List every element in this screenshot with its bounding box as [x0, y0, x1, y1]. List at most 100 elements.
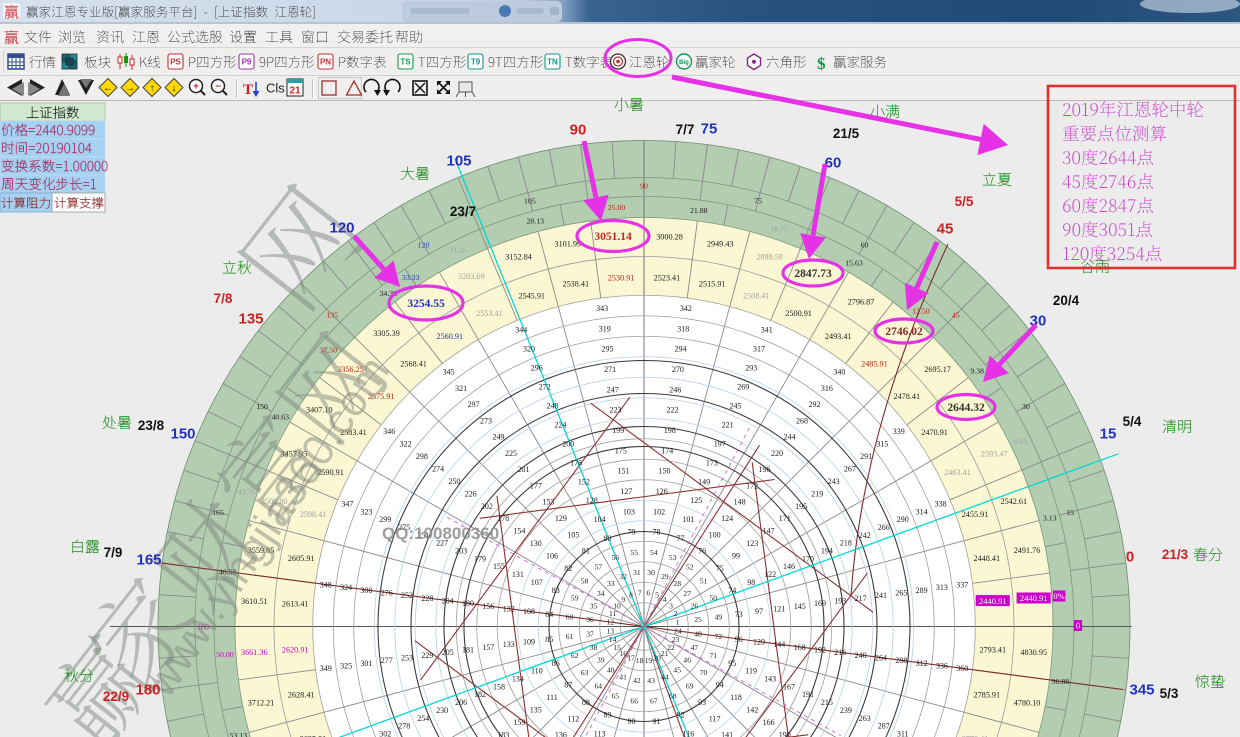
- svg-text:216: 216: [834, 648, 846, 657]
- svg-text:296: 296: [531, 364, 543, 373]
- svg-text:134: 134: [512, 675, 524, 684]
- svg-text:230: 230: [436, 706, 448, 715]
- svg-text:18: 18: [636, 656, 644, 665]
- svg-text:123: 123: [746, 539, 758, 548]
- svg-text:90: 90: [628, 717, 636, 726]
- svg-text:142: 142: [746, 705, 758, 714]
- svg-text:218: 218: [840, 539, 852, 548]
- svg-text:149: 149: [698, 477, 710, 486]
- svg-text:124: 124: [721, 514, 733, 523]
- svg-text:215: 215: [821, 698, 833, 707]
- svg-text:21/5: 21/5: [833, 126, 860, 141]
- svg-text:141: 141: [721, 731, 733, 737]
- svg-text:127: 127: [620, 487, 632, 496]
- svg-text:5/3: 5/3: [1160, 686, 1179, 701]
- svg-text:98: 98: [747, 578, 755, 587]
- svg-text:2605.91: 2605.91: [288, 554, 315, 563]
- svg-text:87: 87: [564, 680, 572, 689]
- svg-text:345: 345: [1129, 682, 1154, 699]
- svg-text:316: 316: [821, 384, 833, 393]
- svg-text:96.88: 96.88: [1052, 677, 1070, 686]
- svg-text:174: 174: [661, 446, 673, 455]
- svg-text:312: 312: [916, 659, 928, 668]
- svg-text:3051.14: 3051.14: [594, 231, 632, 243]
- svg-text:95: 95: [728, 659, 736, 668]
- svg-text:272: 272: [539, 383, 551, 392]
- svg-text:16: 16: [620, 649, 628, 658]
- svg-text:20/4: 20/4: [1053, 293, 1080, 308]
- svg-text:30: 30: [1022, 402, 1030, 411]
- svg-text:168: 168: [794, 643, 806, 652]
- svg-text:65: 65: [612, 692, 620, 701]
- svg-text:32: 32: [619, 572, 627, 581]
- svg-text:23/7: 23/7: [450, 204, 476, 219]
- svg-text:170: 170: [802, 554, 814, 563]
- svg-text:40.63: 40.63: [272, 412, 290, 421]
- svg-text:100: 100: [709, 530, 721, 539]
- svg-text:324: 324: [340, 583, 352, 592]
- svg-text:58: 58: [581, 577, 589, 586]
- svg-text:167: 167: [783, 682, 795, 691]
- svg-text:150: 150: [659, 467, 671, 476]
- svg-text:Cls: Cls: [266, 81, 285, 96]
- svg-text:105: 105: [567, 530, 579, 539]
- svg-text:2493.41: 2493.41: [825, 332, 852, 341]
- svg-text:←: ←: [103, 83, 113, 94]
- svg-text:90: 90: [570, 122, 587, 139]
- svg-text:345: 345: [443, 368, 455, 377]
- svg-text:72: 72: [715, 632, 723, 641]
- svg-text:2508.41: 2508.41: [743, 291, 770, 300]
- svg-text:34: 34: [597, 589, 605, 598]
- svg-text:145: 145: [794, 602, 806, 611]
- svg-text:2847.73: 2847.73: [794, 268, 832, 280]
- svg-text:120: 120: [753, 637, 765, 646]
- svg-text:102: 102: [653, 507, 665, 516]
- svg-text:202: 202: [481, 502, 493, 511]
- svg-text:Big: Big: [679, 60, 689, 66]
- svg-text:192: 192: [814, 646, 826, 655]
- svg-text:21.88: 21.88: [690, 206, 708, 215]
- svg-text:111: 111: [546, 693, 557, 702]
- svg-text:3152.84: 3152.84: [505, 253, 532, 262]
- svg-text:78: 78: [653, 528, 661, 537]
- svg-text:36: 36: [586, 615, 594, 624]
- svg-text:→: →: [125, 83, 135, 94]
- svg-text:219: 219: [811, 489, 823, 498]
- svg-text:108: 108: [523, 607, 535, 616]
- svg-text:119: 119: [745, 667, 757, 676]
- svg-text:321: 321: [455, 384, 467, 393]
- svg-text:30: 30: [647, 568, 655, 577]
- svg-text:83: 83: [552, 586, 560, 595]
- svg-text:120: 120: [418, 240, 430, 249]
- svg-text:89: 89: [604, 711, 612, 720]
- svg-text:62: 62: [571, 651, 579, 660]
- svg-text:27: 27: [683, 589, 691, 598]
- svg-text:66: 66: [630, 697, 638, 706]
- svg-text:3712.21: 3712.21: [248, 699, 275, 708]
- svg-text:313: 313: [936, 583, 948, 592]
- svg-text:293: 293: [745, 364, 757, 373]
- svg-text:2628.41: 2628.41: [288, 691, 315, 700]
- svg-text:56: 56: [612, 553, 620, 562]
- svg-text:291: 291: [860, 452, 872, 461]
- svg-text:2613.41: 2613.41: [282, 600, 309, 609]
- svg-text:248: 248: [547, 402, 559, 411]
- svg-text:339: 339: [893, 427, 905, 436]
- svg-text:244: 244: [784, 433, 796, 442]
- svg-text:247: 247: [607, 385, 619, 394]
- svg-text:290: 290: [897, 515, 909, 524]
- svg-text:181: 181: [462, 646, 474, 655]
- svg-text:2448.41: 2448.41: [973, 554, 1000, 563]
- svg-text:21/3: 21/3: [1162, 547, 1189, 562]
- svg-text:7/7: 7/7: [676, 122, 695, 137]
- svg-text:77: 77: [677, 534, 685, 543]
- svg-text:4780.10: 4780.10: [1014, 699, 1041, 708]
- svg-text:92: 92: [677, 711, 685, 720]
- svg-text:273: 273: [480, 416, 492, 425]
- svg-text:54: 54: [650, 548, 658, 557]
- svg-text:325: 325: [340, 662, 352, 671]
- svg-text:270: 270: [672, 365, 684, 374]
- svg-text:157: 157: [482, 643, 494, 652]
- svg-text:252: 252: [401, 591, 413, 600]
- svg-text:340: 340: [833, 368, 845, 377]
